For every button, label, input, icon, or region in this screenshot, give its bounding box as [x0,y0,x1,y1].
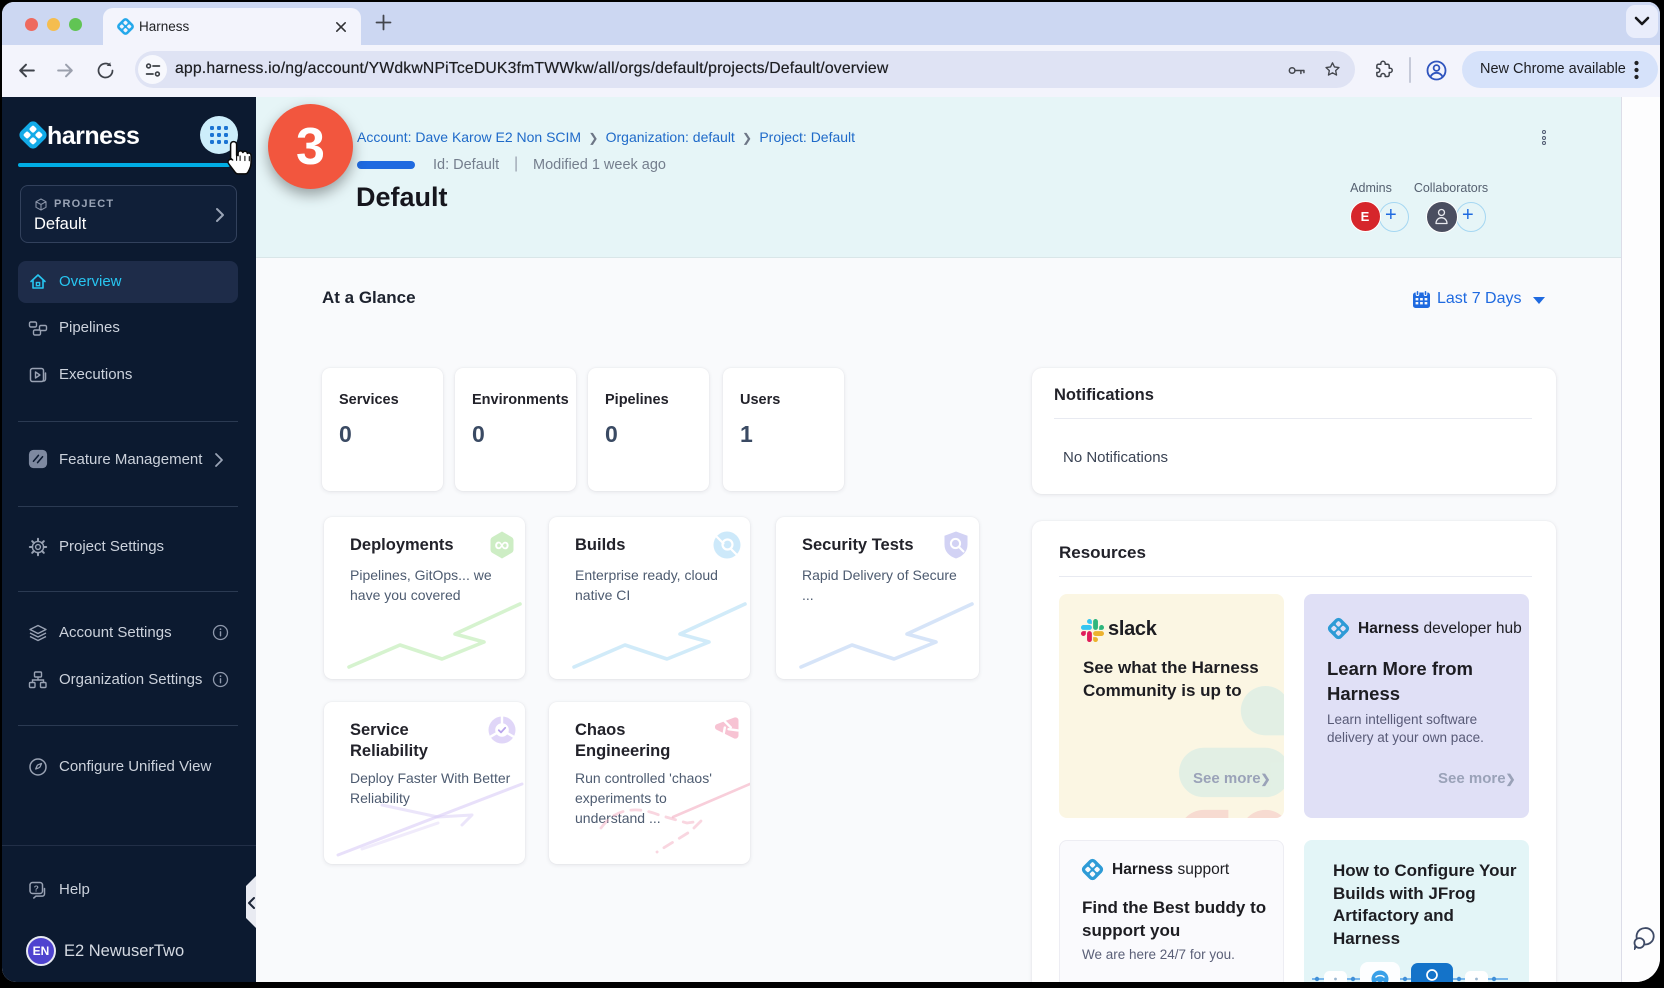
svg-text:∞: ∞ [495,534,510,557]
svg-text:?: ? [34,883,39,893]
